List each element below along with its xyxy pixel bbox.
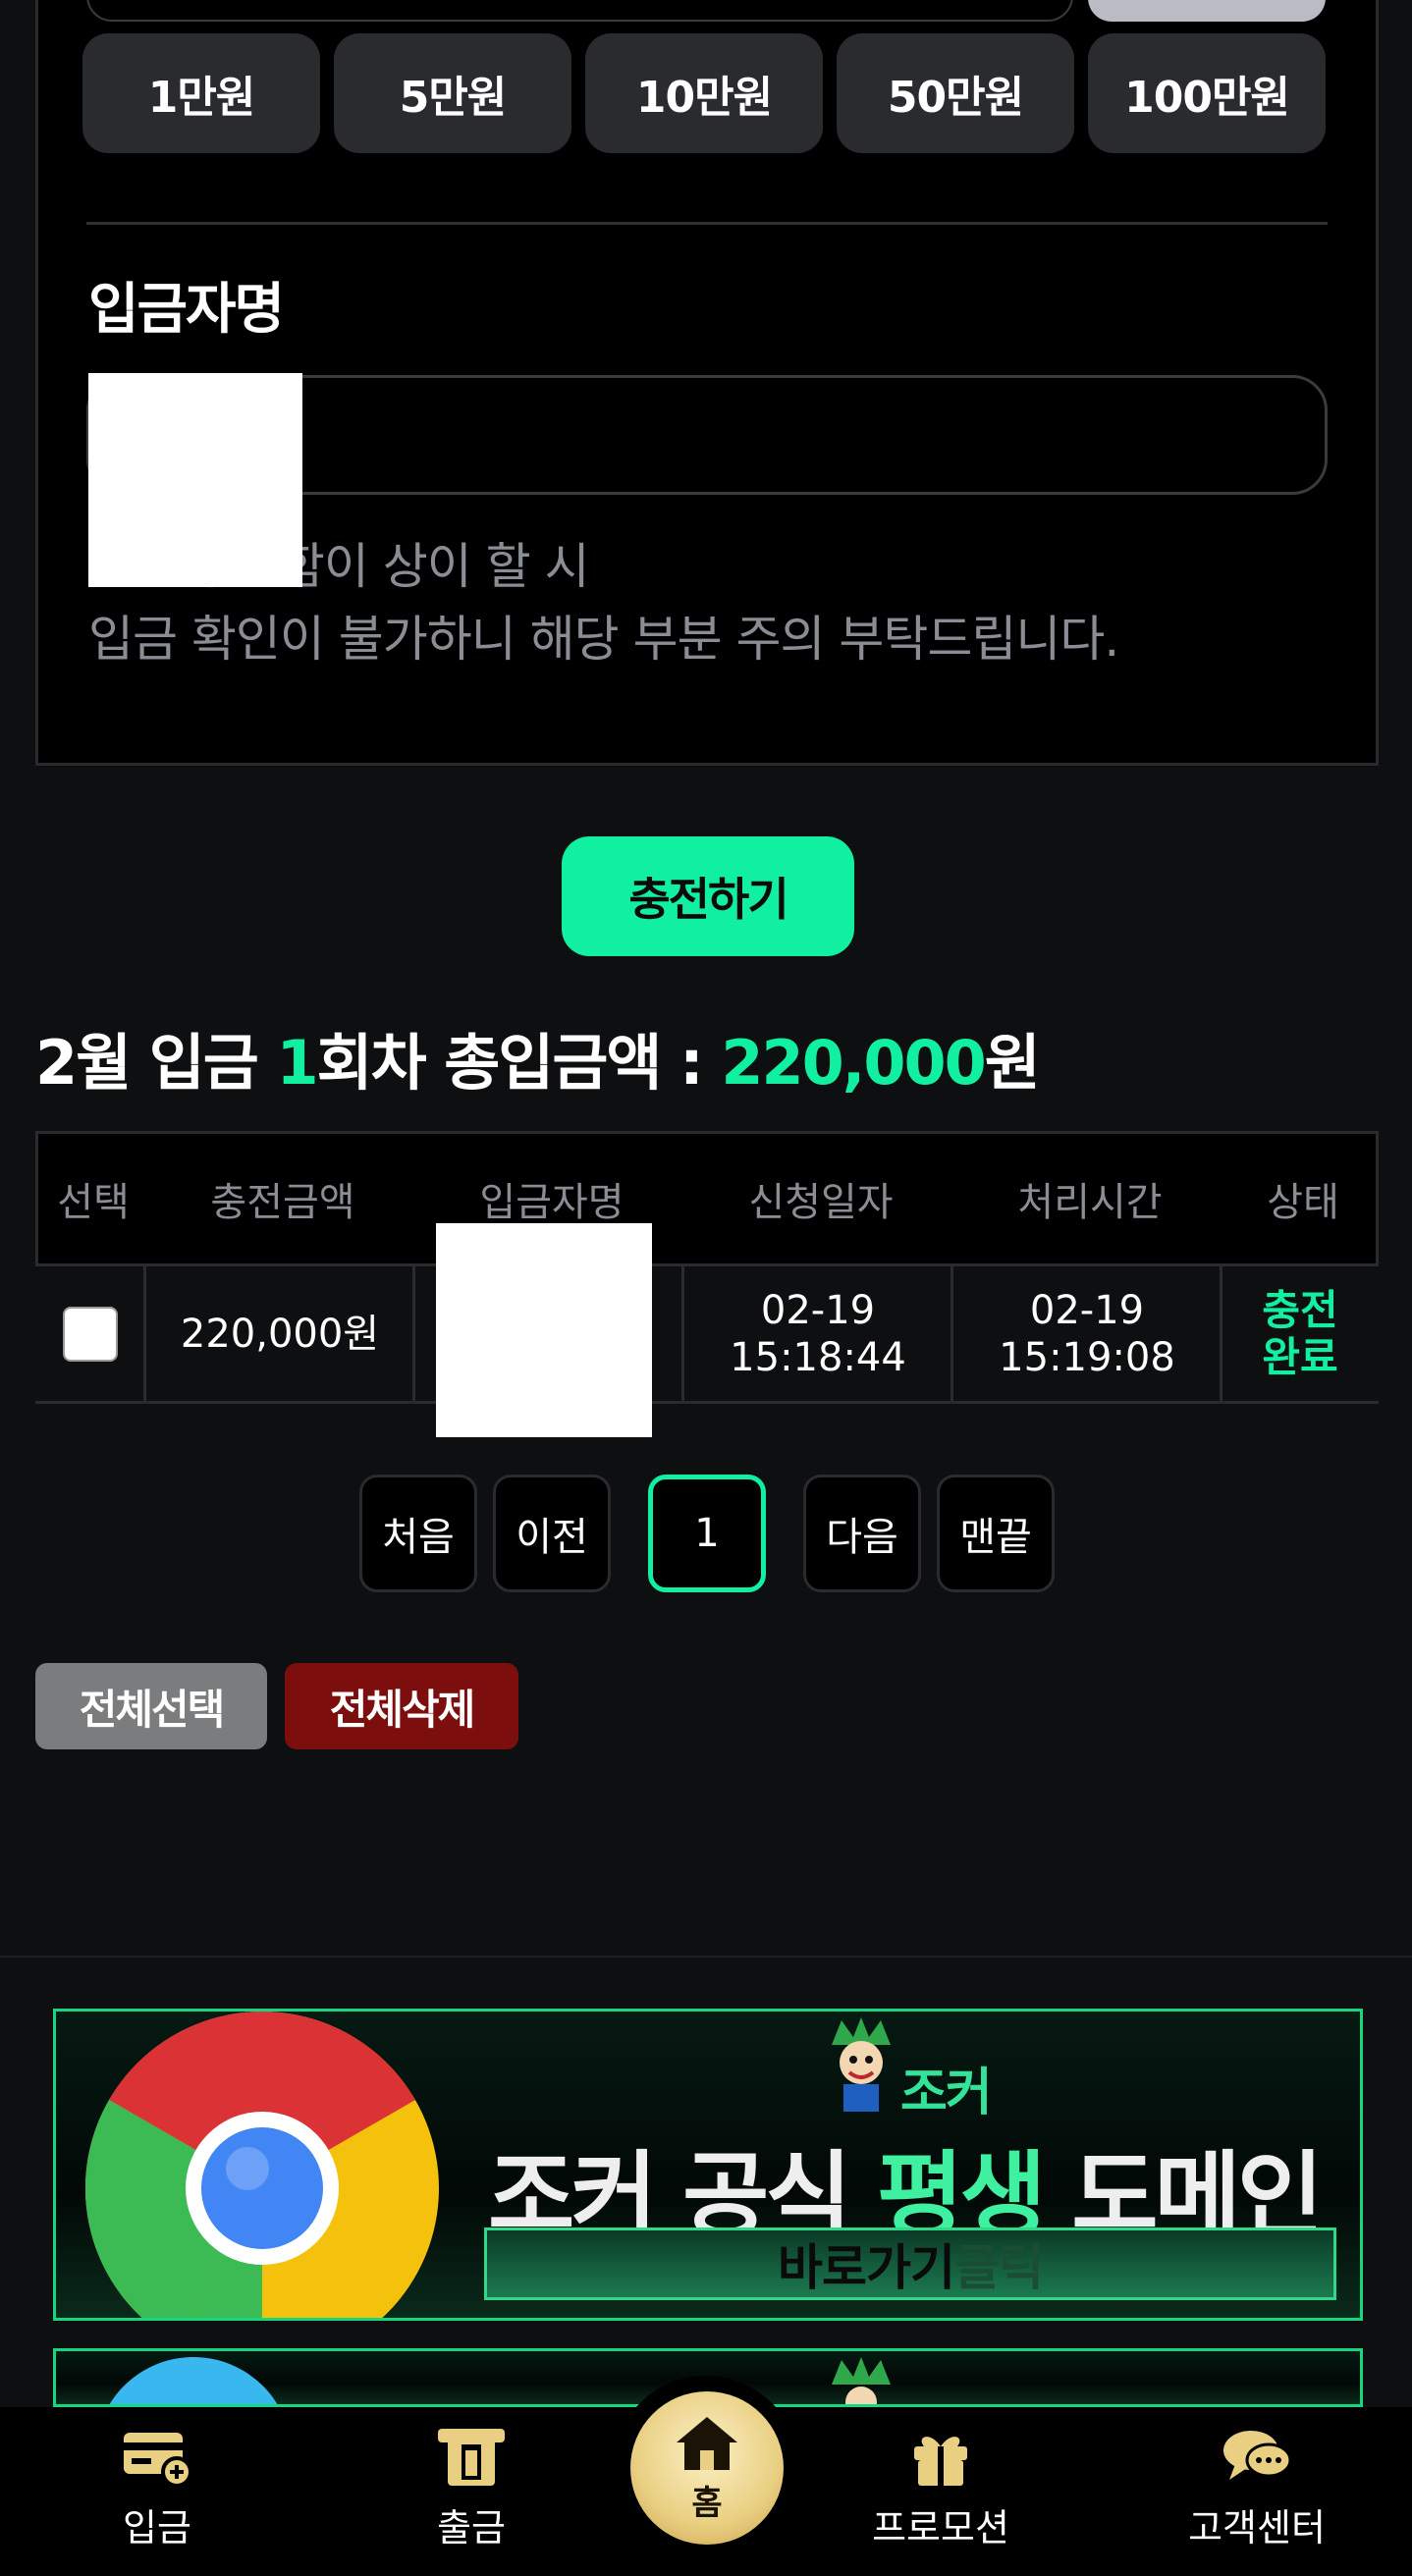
chrome-icon: [84, 2012, 439, 2318]
nav-home-label: 홈: [691, 2483, 723, 2523]
amount-input[interactable]: [86, 0, 1073, 22]
request-date: 02-19: [760, 1287, 876, 1333]
select-all-button[interactable]: 전체선택: [35, 1663, 267, 1749]
page-last-button[interactable]: 맨끝: [937, 1475, 1055, 1592]
deposit-summary: 2월 입금 1회차 총입금액 : 220,000원: [35, 1013, 1041, 1101]
nav-deposit[interactable]: 입금: [59, 2427, 255, 2564]
depositor-label: 입금자명: [88, 278, 285, 342]
process-time: 15:19:08: [999, 1334, 1175, 1380]
home-icon: [677, 2416, 737, 2470]
redaction-block: [436, 1223, 652, 1437]
nav-withdraw[interactable]: 출금: [373, 2427, 570, 2564]
row-select-cell: [35, 1266, 145, 1401]
nav-withdraw-label: 출금: [437, 2506, 506, 2549]
header-status: 상태: [1267, 1180, 1339, 1225]
joker-mascot-icon: [822, 2015, 900, 2114]
deposit-icon: [124, 2433, 192, 2488]
row-request-date: 02-19 15:18:44: [683, 1266, 952, 1401]
delete-all-button[interactable]: 전체삭제: [285, 1663, 518, 1749]
joker-mascot-icon: [822, 2355, 900, 2404]
nav-home[interactable]: 홈: [630, 2391, 784, 2545]
amount-1000000-button[interactable]: 100만원: [1088, 33, 1326, 153]
nav-promotion-label: 프로모션: [872, 2506, 1009, 2549]
chat-icon: [1223, 2431, 1292, 2480]
status-badge: 충전 완료: [1222, 1266, 1379, 1401]
summary-currency: 원: [984, 1027, 1041, 1099]
row-amount: 220,000원: [180, 1311, 380, 1357]
table-row: 220,000원 02-19 15:18:44 02-19 15:19:08 충…: [35, 1266, 1379, 1404]
divider: [86, 222, 1328, 225]
amount-reset-button[interactable]: [1088, 0, 1326, 22]
cta-tail: 클릭: [954, 2239, 1044, 2296]
summary-total: 220,000: [721, 1027, 986, 1099]
gift-icon: [914, 2437, 967, 2486]
table-header: 선택 충전금액 입금자명 신청일자 처리시간 상태: [35, 1131, 1379, 1266]
summary-count-suffix: 회차 총입금액 :: [316, 1027, 722, 1099]
page-prev-button[interactable]: 이전: [493, 1475, 611, 1592]
request-time: 15:18:44: [730, 1334, 906, 1380]
notice-line-2: 입금 확인이 불가하니 해당 부분 주의 부탁드립니다.: [88, 611, 1119, 668]
amount-100000-button[interactable]: 10만원: [585, 33, 823, 153]
header-amount: 충전금액: [210, 1180, 355, 1225]
cta-main: 바로가기: [778, 2239, 955, 2296]
charge-button[interactable]: 충전하기: [562, 836, 854, 956]
nav-deposit-label: 입금: [123, 2506, 191, 2549]
process-date: 02-19: [1029, 1287, 1145, 1333]
header-process-time: 처리시간: [1017, 1180, 1163, 1225]
nav-support[interactable]: 고객센터: [1159, 2427, 1355, 2564]
redaction-block: [88, 373, 302, 587]
withdraw-icon: [438, 2429, 505, 2486]
banner-graphic: [95, 2357, 292, 2404]
summary-count: 1: [276, 1027, 318, 1099]
banner-brand: 조커: [900, 2064, 993, 2122]
nav-promotion[interactable]: 프로모션: [842, 2427, 1039, 2564]
section-divider: [0, 1956, 1412, 1958]
row-process-time: 02-19 15:19:08: [952, 1266, 1222, 1401]
header-request-date: 신청일자: [748, 1180, 894, 1225]
summary-month: 2월 입금: [35, 1027, 277, 1099]
header-select: 선택: [57, 1180, 130, 1225]
row-checkbox[interactable]: [63, 1306, 118, 1362]
status-line-1: 충전: [1262, 1285, 1338, 1334]
status-line-2: 완료: [1262, 1332, 1338, 1381]
page-1-button[interactable]: 1: [648, 1475, 766, 1592]
page-first-button[interactable]: 처음: [359, 1475, 477, 1592]
banner-cta[interactable]: 바로가기 클릭: [484, 2227, 1336, 2300]
domain-banner[interactable]: 조커 조커 공식 평생 도메인 바로가기 클릭: [53, 2009, 1363, 2321]
amount-500000-button[interactable]: 50만원: [837, 33, 1074, 153]
amount-10000-button[interactable]: 1만원: [82, 33, 320, 153]
amount-50000-button[interactable]: 5만원: [334, 33, 571, 153]
nav-support-label: 고객센터: [1188, 2506, 1326, 2549]
page-next-button[interactable]: 다음: [803, 1475, 921, 1592]
